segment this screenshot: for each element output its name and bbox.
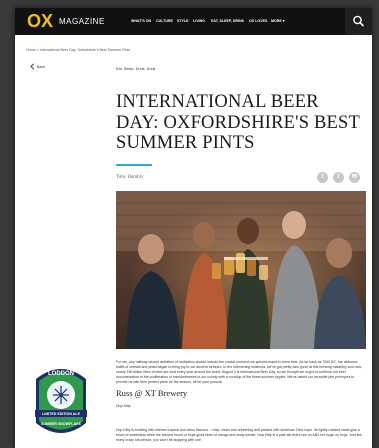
site-logo[interactable]: OX: [27, 11, 53, 32]
nav-item-more[interactable]: MORE ▾: [271, 19, 285, 23]
email-icon[interactable]: ✉: [349, 172, 360, 183]
article-title: INTERNATIONAL BEER DAY: OXFORDSHIRE'S BE…: [116, 92, 360, 153]
article-author[interactable]: Toby Hambly: [116, 175, 144, 180]
nav-item-style[interactable]: STYLE: [177, 19, 189, 23]
page: OX MAGAZINE WHAT'S ON CULTURE STYLE LIVI…: [15, 8, 372, 448]
nav-item-eat-sleep-drink[interactable]: EAT, SLEEP, DRINK: [211, 19, 244, 23]
nav-item-ox-loves[interactable]: OX LOVES: [249, 19, 267, 23]
category-label[interactable]: Eat, Sleep, Drink, Drink: [116, 67, 155, 71]
section-heading: Russ @ XT Brewery: [116, 388, 188, 398]
badge-ribbon-text: LIMITED EDITION ALE: [42, 412, 81, 416]
article-intro: For me, any halfway decent definition of…: [116, 360, 362, 384]
site-logo-magazine[interactable]: MAGAZINE: [59, 17, 105, 26]
top-navigation-bar: OX MAGAZINE WHAT'S ON CULTURE STYLE LIVI…: [15, 8, 372, 35]
title-underline: [116, 164, 152, 166]
search-icon: [353, 15, 364, 27]
chevron-down-icon: ▾: [282, 19, 285, 23]
chevron-left-icon[interactable]: [29, 63, 36, 70]
badge-bottom-text: SUMMER SNOWFLAKE: [41, 422, 82, 426]
section-body: Hop Kitty is bursting with intense tropi…: [116, 428, 363, 442]
breadcrumb[interactable]: Home > International Beer Day: Oxfordshi…: [26, 48, 130, 52]
facebook-icon[interactable]: f: [333, 172, 344, 183]
nav-item-culture[interactable]: CULTURE: [156, 19, 173, 23]
twitter-icon[interactable]: t: [317, 172, 328, 183]
hero-image: [116, 191, 366, 349]
nav-item-living[interactable]: LIVING: [193, 19, 205, 23]
section-subheading: Hop Kitty: [116, 404, 131, 408]
badge-top-text: LODDON: [48, 371, 74, 377]
loddon-beer-badge-image: LODDON LIMITED EDITION ALE SUMMER SNOWFL…: [35, 369, 87, 433]
back-link[interactable]: Back: [37, 65, 45, 69]
search-button[interactable]: [345, 8, 372, 35]
nav-item-whats-on[interactable]: WHAT'S ON: [131, 19, 151, 23]
nav-item-more-label: MORE: [271, 19, 282, 23]
